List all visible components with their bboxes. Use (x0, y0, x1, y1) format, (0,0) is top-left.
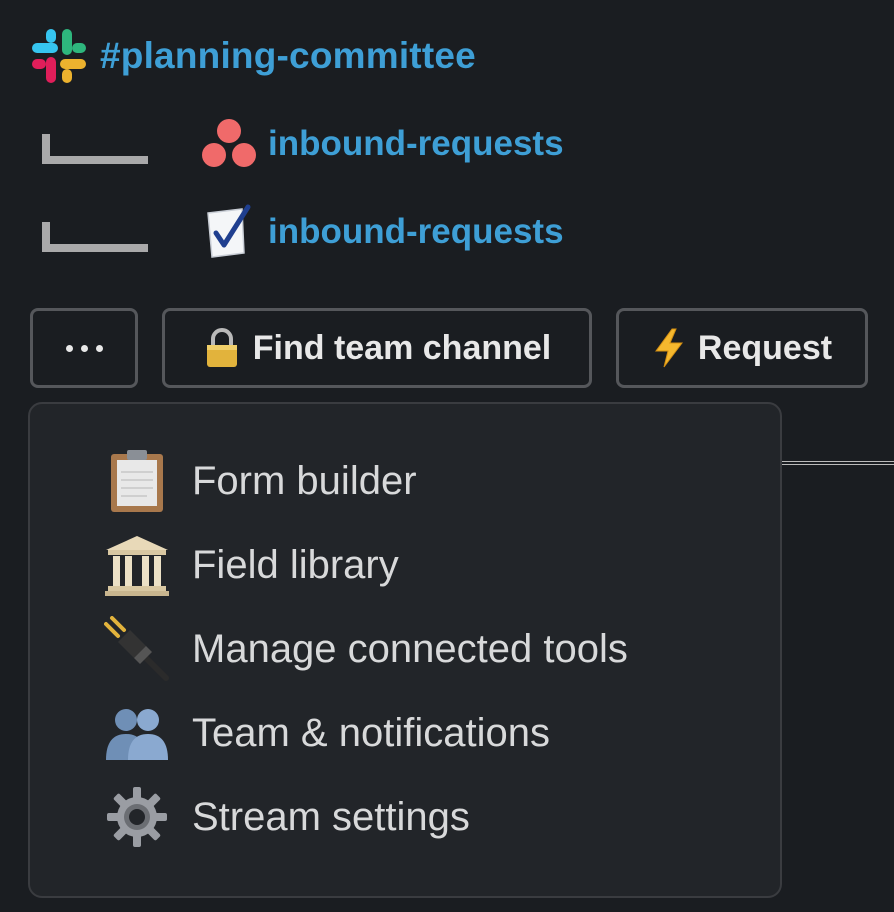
menu-item-manage-connected-tools[interactable]: Manage connected tools (102, 614, 628, 684)
lightning-icon (652, 327, 686, 369)
find-team-channel-label: Find team channel (252, 328, 552, 367)
integration-link[interactable]: inbound-requests (268, 124, 564, 164)
ellipsis-icon (65, 344, 103, 352)
channel-link[interactable]: #planning-committee (100, 35, 476, 77)
people-icon (102, 698, 172, 768)
request-label: Request (697, 328, 833, 367)
clipboard-icon (102, 446, 172, 516)
find-team-channel-button[interactable]: Find team channel (162, 308, 592, 388)
menu-item-stream-settings[interactable]: Stream settings (102, 782, 470, 852)
integration-link[interactable]: inbound-requests (268, 212, 564, 252)
menu-item-label: Form builder (192, 458, 417, 503)
menu-item-label: Team & notifications (192, 710, 550, 755)
gear-icon (102, 782, 172, 852)
asana-icon (198, 113, 260, 175)
classical-building-icon (102, 530, 172, 600)
menu-item-label: Manage connected tools (192, 626, 628, 671)
linked-integration-row: inbound-requests (40, 114, 564, 174)
request-button[interactable]: Request (616, 308, 868, 388)
menu-item-label: Stream settings (192, 794, 470, 839)
slack-logo-icon (28, 25, 90, 87)
menu-item-field-library[interactable]: Field library (102, 530, 399, 600)
linked-integration-row: inbound-requests (40, 202, 564, 262)
menu-item-form-builder[interactable]: Form builder (102, 446, 417, 516)
more-actions-button[interactable] (30, 308, 138, 388)
tree-connector (40, 212, 148, 252)
electric-plug-icon (102, 614, 172, 684)
menu-item-label: Field library (192, 542, 399, 587)
menu-item-team-notifications[interactable]: Team & notifications (102, 698, 550, 768)
lock-icon (203, 327, 241, 369)
tree-connector (40, 124, 148, 164)
checkmark-document-icon (198, 201, 260, 263)
actions-menu: Form builder Field library Manage connec… (28, 402, 782, 898)
divider (780, 461, 894, 465)
channel-header: #planning-committee (28, 20, 476, 92)
